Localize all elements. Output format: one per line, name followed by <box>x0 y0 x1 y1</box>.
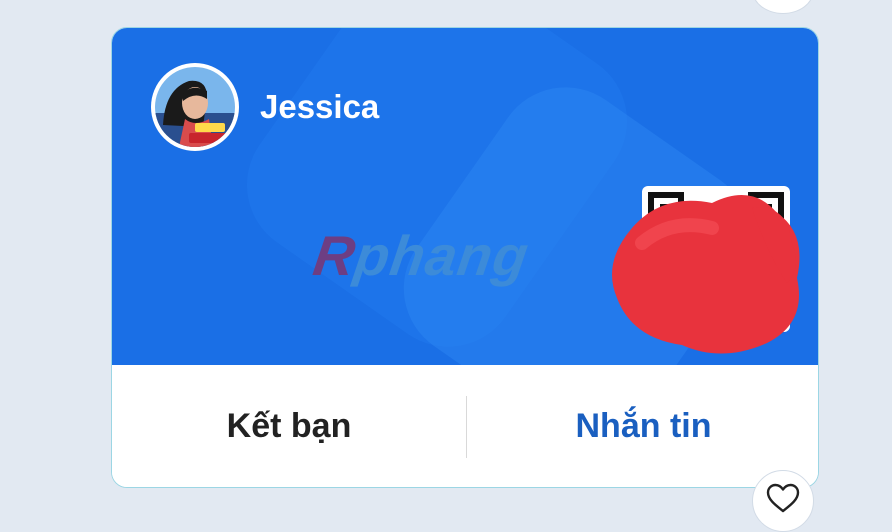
heart-outline-icon <box>766 483 800 513</box>
profile-name: Jessica <box>260 88 380 125</box>
reaction-button[interactable] <box>752 470 814 532</box>
profile-card: Jessica Rphang Kết bạn Nhắn tin <box>111 27 819 488</box>
watermark-text: phang <box>351 224 533 287</box>
watermark-logo: Rphang <box>310 224 533 288</box>
avatar-image <box>155 67 235 147</box>
redaction-scribble <box>602 173 807 358</box>
avatar[interactable] <box>151 63 239 151</box>
send-message-button[interactable]: Nhắn tin <box>467 365 818 487</box>
reaction-bubble-top[interactable] <box>752 0 814 14</box>
profile-banner: Jessica Rphang <box>112 28 818 365</box>
add-friend-button[interactable]: Kết bạn <box>112 365 466 487</box>
action-bar: Kết bạn Nhắn tin <box>112 365 818 487</box>
